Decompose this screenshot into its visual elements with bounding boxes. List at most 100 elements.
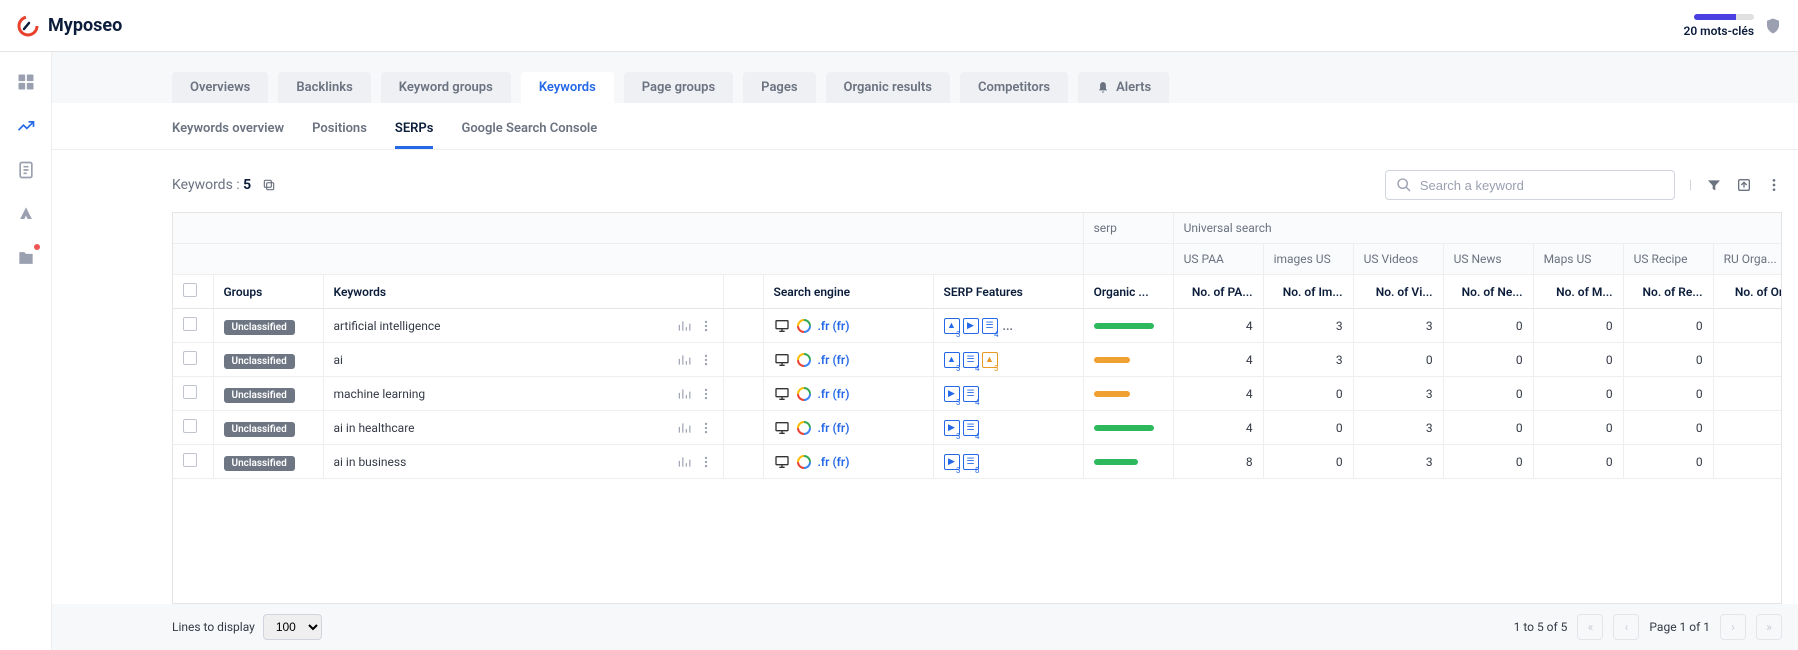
group-badge: Unclassified [224,456,295,471]
filter-icon[interactable] [1706,177,1722,193]
cell-images: 0 [1263,377,1353,411]
groupheader-paa: US PAA [1173,244,1263,275]
sidebar-item-reports[interactable] [16,160,36,180]
chart-icon[interactable] [677,353,691,367]
groupheader-recipe: US Recipe [1623,244,1713,275]
row-checkbox[interactable] [183,419,197,433]
col-groups[interactable]: Groups [213,275,323,309]
col-news[interactable]: No. of Ne... [1443,275,1533,309]
more-vertical-icon[interactable] [699,421,713,435]
row-checkbox[interactable] [183,351,197,365]
brand-name: Myposeo [48,15,122,36]
shield-icon[interactable] [1764,17,1782,35]
main-content: Overviews Backlinks Keyword groups Keywo… [52,52,1798,650]
keyword-text: machine learning [334,387,426,401]
chart-icon[interactable] [677,455,691,469]
search-icon [1396,177,1412,193]
tab-keyword-groups[interactable]: Keyword groups [381,72,511,103]
search-input[interactable] [1420,178,1664,193]
table-row: Unclassified ai in business .fr (fr) ▶3☰… [173,445,1782,479]
col-organic[interactable]: Organic ... [1083,275,1173,309]
serp-feature-icon: ☰8 [963,454,979,470]
search-engine-cell: .fr (fr) [774,454,923,470]
tab-overviews[interactable]: Overviews [172,72,268,103]
more-vertical-icon[interactable] [699,387,713,401]
serp-feature-icon: ☰4 [982,318,998,334]
tab-competitors[interactable]: Competitors [960,72,1068,103]
cell-orga: 0 [1713,343,1782,377]
search-engine-cell: .fr (fr) [774,318,923,334]
tab-backlinks[interactable]: Backlinks [278,72,370,103]
subtabs-row: Keywords overview Positions SERPs Google… [52,103,1798,150]
serp-feature-icon: ▶ [963,318,979,334]
tab-organic-results[interactable]: Organic results [826,72,950,103]
serp-more[interactable]: ... [1001,319,1013,333]
subtab-gsc[interactable]: Google Search Console [461,115,597,149]
row-checkbox[interactable] [183,317,197,331]
more-vertical-icon[interactable] [699,353,713,367]
chart-icon[interactable] [677,421,691,435]
cell-news: 0 [1443,377,1533,411]
cell-maps: 0 [1533,343,1623,377]
more-vertical-icon[interactable] [699,319,713,333]
cell-orga: 0 [1713,445,1782,479]
subtab-positions[interactable]: Positions [312,115,367,149]
lines-label: Lines to display [172,620,255,634]
pagination-range: 1 to 5 of 5 [1514,620,1568,634]
col-images[interactable]: No. of Im... [1263,275,1353,309]
subtab-overview[interactable]: Keywords overview [172,115,284,149]
tab-page-groups[interactable]: Page groups [624,72,733,103]
tab-pages[interactable]: Pages [743,72,815,103]
organic-bar [1094,459,1138,465]
sidebar-item-analytics[interactable] [16,116,36,136]
tab-alerts[interactable]: Alerts [1078,72,1169,103]
serp-feature-icon: ▲3 [982,352,998,368]
subtab-serps[interactable]: SERPs [395,115,434,149]
col-serp-features[interactable]: SERP Features [933,275,1083,309]
page-first-button[interactable]: « [1577,614,1603,640]
serp-feature-icon: ☰4 [963,386,979,402]
group-badge: Unclassified [224,388,295,403]
page-next-button[interactable]: › [1720,614,1746,640]
brand-logo[interactable]: Myposeo [16,14,122,38]
search-box[interactable] [1385,170,1675,200]
organic-bar [1094,391,1130,397]
cell-paa: 4 [1173,309,1263,343]
logo-icon [16,14,40,38]
serp-feature-icon: ☰4 [963,420,979,436]
desktop-icon [774,420,790,436]
table-row: Unclassified machine learning .fr (fr) ▶… [173,377,1782,411]
col-videos[interactable]: No. of Vi... [1353,275,1443,309]
sidebar-item-dashboard[interactable] [16,72,36,92]
chart-icon[interactable] [677,319,691,333]
col-recipe[interactable]: No. of Re... [1623,275,1713,309]
sidebar-item-rankings[interactable] [16,204,36,224]
tab-keywords[interactable]: Keywords [521,72,614,103]
cell-recipe: 0 [1623,411,1713,445]
col-keywords[interactable]: Keywords [323,275,723,309]
row-checkbox[interactable] [183,453,197,467]
col-search-engine[interactable]: Search engine [763,275,933,309]
copy-icon[interactable] [262,178,276,192]
sidebar-item-projects[interactable] [16,248,36,268]
row-checkbox[interactable] [183,385,197,399]
col-paa[interactable]: No. of PA... [1173,275,1263,309]
col-maps[interactable]: No. of M... [1533,275,1623,309]
more-vertical-icon[interactable] [1766,177,1782,193]
google-icon [796,352,812,368]
group-badge: Unclassified [224,354,295,369]
page-prev-button[interactable]: ‹ [1613,614,1639,640]
select-all-checkbox[interactable] [183,283,197,297]
groupheader-news: US News [1443,244,1533,275]
desktop-icon [774,318,790,334]
cell-videos: 3 [1353,445,1443,479]
chart-icon[interactable] [677,387,691,401]
col-orga[interactable]: No. of Or... [1713,275,1782,309]
page-last-button[interactable]: » [1756,614,1782,640]
lines-select[interactable]: 100 [263,614,322,640]
more-vertical-icon[interactable] [699,455,713,469]
serp-features-cell: ▶3☰4 [944,420,1073,436]
cell-videos: 3 [1353,309,1443,343]
sidebar [0,52,52,650]
export-icon[interactable] [1736,177,1752,193]
